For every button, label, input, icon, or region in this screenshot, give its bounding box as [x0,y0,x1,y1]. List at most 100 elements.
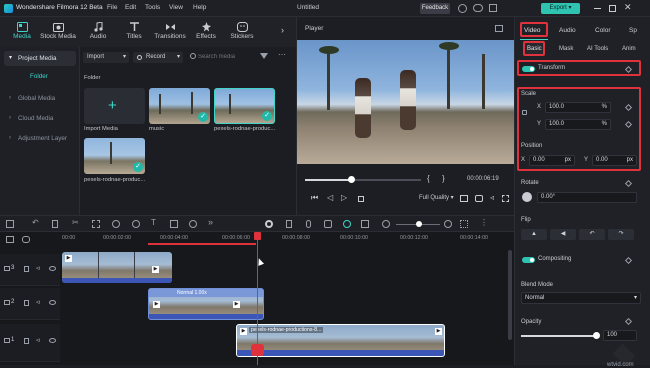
chevron-right-icon[interactable]: › [281,25,284,35]
voice-icon[interactable] [324,220,332,228]
import-media-tile[interactable]: + [84,88,145,124]
flip-vertical-button[interactable]: ◀ [550,229,576,240]
link-track-icon[interactable] [22,236,30,243]
timeline-scrollbar[interactable] [508,250,512,340]
zoom-out-icon[interactable] [382,220,390,228]
adjust-icon[interactable] [170,220,178,228]
tab-effects[interactable]: Effects [188,20,224,46]
tab-titles[interactable]: Titles [116,20,152,46]
more-tools-icon[interactable]: » [208,217,213,227]
crop-icon[interactable] [92,220,100,228]
flip-horizontal-button[interactable]: ▲ [521,229,547,240]
track-eye-icon[interactable] [49,338,56,343]
rotate-dial[interactable] [522,192,532,202]
speed-icon[interactable] [112,220,120,228]
sidebar-item-project-media[interactable]: ▾ Project Media [4,51,76,66]
track-lock-icon[interactable] [24,266,29,272]
record-dropdown[interactable]: Record ▾ [133,52,183,63]
keyframe-icon[interactable] [624,179,633,188]
minimize-icon[interactable] [594,8,601,9]
playhead-handle[interactable] [254,232,261,240]
add-track-icon[interactable] [6,236,14,243]
prev-frame-icon[interactable]: ⏮ [311,193,318,203]
sidebar-item-global-media[interactable]: › Global Media [4,91,76,106]
layout-icon[interactable] [6,220,14,228]
position-y-input[interactable]: 0.00 px [592,155,637,166]
zoom-slider-handle[interactable] [416,221,422,227]
compositing-toggle[interactable] [522,257,535,263]
grid-icon[interactable] [489,4,497,12]
cut-icon[interactable]: ✂ [72,218,79,227]
menu-edit[interactable]: Edit [125,4,136,11]
video-clip-track-1[interactable]: pexels-rodnae-productions-8... ▶ ▶ [236,324,445,357]
media-thumb-pexels-2[interactable]: ✓ [84,138,145,174]
scale-x-input[interactable]: 100.0% [545,102,611,113]
mark-out-icon[interactable]: } [442,174,445,183]
menu-help[interactable]: Help [193,4,206,11]
player-progress-handle[interactable] [348,176,356,183]
quality-dropdown[interactable]: Full Quality ▾ [419,194,454,201]
play-icon[interactable]: ▷ [341,193,347,202]
player-progress-track[interactable] [305,176,421,183]
cloud-icon[interactable] [473,4,483,12]
timeline-more-icon[interactable]: ⋮ [480,218,488,227]
opacity-slider[interactable] [521,332,600,339]
track-audio-icon[interactable]: ◃ [36,298,40,306]
subtab-ai-tools[interactable]: AI Tools [587,46,608,52]
camera-icon[interactable] [475,195,483,202]
more-icon[interactable]: ⋯ [278,50,286,59]
tab-color[interactable]: Color [595,27,611,34]
ruler[interactable]: 00:00 00:00:02:00 00:00:04:00 00:00:06:0… [60,232,514,246]
zoom-in-icon[interactable] [444,220,452,228]
ai-icon[interactable] [343,220,351,228]
opacity-slider-handle[interactable] [593,332,600,339]
mark-in-icon[interactable]: { [427,174,430,183]
menu-tools[interactable]: Tools [145,4,160,11]
rotate-right-button[interactable]: ↷ [608,229,634,240]
tab-media[interactable]: Media [4,20,40,46]
scale-y-input[interactable]: 100.0% [545,119,611,130]
video-clip-track-3[interactable]: ▶ ▶ [62,252,172,283]
import-dropdown[interactable]: Import ▾ [83,52,129,63]
mic-icon[interactable] [306,220,311,228]
step-back-icon[interactable]: ◁ [327,193,333,202]
delete-icon[interactable] [52,220,58,228]
rotate-left-button[interactable]: ↶ [579,229,605,240]
position-x-input[interactable]: 0.00 px [529,155,575,166]
tab-stickers[interactable]: Stickers [224,20,260,46]
feedback-button[interactable]: Feedback [420,3,450,14]
video-clip-track-2[interactable]: Normal 1.00x ▶ ▶ [148,288,264,320]
sidebar-item-folder[interactable]: Folder [4,69,76,84]
media-thumb-music[interactable]: ✓ [149,88,210,124]
tab-speed[interactable]: Sp [629,27,637,34]
tab-audio[interactable]: Audio [80,20,116,46]
transform-toggle[interactable] [522,66,535,72]
tab-stock-media[interactable]: Stock Media [40,20,76,46]
tab-audio-props[interactable]: Audio [559,27,576,34]
track-lock-icon[interactable] [24,338,29,344]
close-icon[interactable]: ✕ [624,2,632,13]
sidebar-item-adjustment-layer[interactable]: › Adjustment Layer [4,131,76,146]
grid-view-icon[interactable] [460,220,468,228]
undo-icon[interactable]: ↶ [32,218,39,227]
volume-icon[interactable]: ◃ [490,193,494,202]
sidebar-item-cloud-media[interactable]: › Cloud Media [4,111,76,126]
keyframe-icon[interactable] [624,256,633,265]
keyframe-icon[interactable] [624,317,633,326]
stop-icon[interactable] [358,196,364,202]
audio-meter-icon[interactable] [189,220,197,228]
menu-view[interactable]: View [169,4,183,11]
subtab-animation[interactable]: Anim [622,46,636,52]
track-audio-icon[interactable]: ◃ [36,264,40,272]
blend-mode-select[interactable]: Normal ▾ [521,292,641,304]
text-icon[interactable]: T [151,218,156,227]
color-icon[interactable] [132,220,140,228]
snapshot-icon[interactable] [495,25,503,32]
render-icon[interactable] [265,220,273,228]
export-button[interactable]: Export ▾ [541,3,580,14]
tab-transitions[interactable]: Transitions [152,20,188,46]
track-eye-icon[interactable] [49,300,56,305]
fullscreen-icon[interactable] [502,195,509,202]
link-icon[interactable] [522,110,527,115]
filter-icon[interactable] [260,53,268,59]
